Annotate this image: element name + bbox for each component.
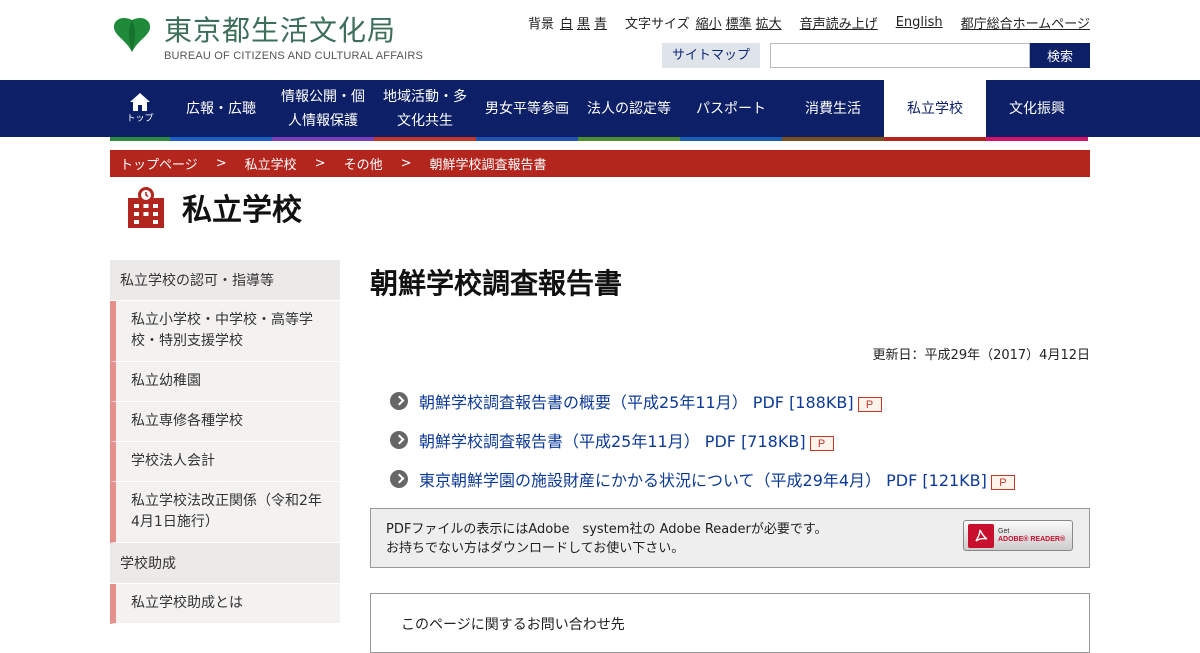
background-black-option[interactable]: 黒 [577, 13, 590, 32]
breadcrumb-separator: > [400, 156, 412, 171]
nav-accent-home [110, 137, 170, 141]
doc-link-summary[interactable]: 朝鮮学校調査報告書の概要（平成25年11月） PDF [188KB] [419, 389, 854, 413]
background-selector: 背景 白 黒 青 [528, 13, 607, 32]
nav-color-bar [0, 137, 1200, 141]
nav-private-schools[interactable]: 私立学校 [884, 80, 986, 137]
font-size-standard-option[interactable]: 標準 [726, 13, 752, 32]
font-size-selector: 文字サイズ 縮小 標準 拡大 [625, 13, 782, 32]
contact-section: このページに関するお問い合わせ先 [370, 593, 1090, 653]
site-header: 東京都生活文化局 BUREAU OF CITIZENS AND CULTURAL… [0, 0, 1200, 80]
doc-link-property-status[interactable]: 東京朝鮮学園の施設財産にかかる状況について（平成29年4月） PDF [121K… [419, 467, 987, 491]
breadcrumb-private-schools[interactable]: 私立学校 [245, 154, 297, 173]
nav-accent-8 [884, 137, 986, 141]
logo-subtitle: BUREAU OF CITIZENS AND CULTURAL AFFAIRS [164, 50, 424, 62]
search-input[interactable] [770, 43, 1030, 68]
category-title: 私立学校 [182, 193, 302, 228]
nav-information-disclosure-label: 情報公開・個人情報保護 [281, 88, 365, 129]
nav-home-label: トップ [126, 114, 154, 124]
nav-accent-7 [782, 137, 884, 141]
utility-bar: 背景 白 黒 青 文字サイズ 縮小 標準 拡大 音声読み上げ English 都… [528, 13, 1090, 32]
nav-accent-1 [170, 137, 272, 141]
adobe-logo-icon [968, 523, 994, 548]
nav-accent-4 [476, 137, 578, 141]
adobe-badge-name: ADOBE® READER® [998, 535, 1066, 543]
list-item: 東京朝鮮学園の施設財産にかかる状況について（平成29年4月） PDF [121K… [370, 459, 1090, 498]
adobe-badge-get: Get [998, 527, 1010, 535]
nav-public-relations[interactable]: 広報・広聴 [170, 80, 272, 137]
breadcrumb-separator: > [215, 156, 227, 171]
school-building-icon [128, 187, 164, 228]
nav-information-disclosure[interactable]: 情報公開・個人情報保護 [272, 80, 374, 137]
sitemap-button[interactable]: サイトマップ [661, 43, 760, 68]
nav-culture-promotion[interactable]: 文化振興 [986, 80, 1088, 137]
contact-heading: このページに関するお問い合わせ先 [401, 617, 625, 633]
sidebar-heading-authorization[interactable]: 私立学校の認可・指導等 [110, 260, 340, 301]
site-logo[interactable]: 東京都生活文化局 BUREAU OF CITIZENS AND CULTURAL… [112, 14, 423, 62]
nav-corporation-certification[interactable]: 法人の認定等 [578, 80, 680, 137]
list-item: 朝鮮学校調査報告書（平成25年11月） PDF [718KB] P [370, 420, 1090, 459]
sidebar-item-kindergartens[interactable]: 私立幼稚園 [110, 362, 340, 402]
font-size-small-option[interactable]: 縮小 [696, 13, 722, 32]
nav-accent-9 [986, 137, 1088, 141]
logo-title: 東京都生活文化局 [164, 14, 397, 47]
page-title: 朝鮮学校調査報告書 [370, 267, 623, 300]
breadcrumb-other[interactable]: その他 [344, 154, 383, 173]
nav-accent-2 [272, 137, 374, 141]
search-button[interactable]: 検索 [1030, 43, 1090, 68]
get-adobe-reader-button[interactable]: Get ADOBE® READER® [963, 520, 1073, 551]
nav-gender-equality[interactable]: 男女平等参画 [476, 80, 578, 137]
sidebar: 私立学校の認可・指導等 私立小学校・中学校・高等学校・特別支援学校 私立幼稚園 … [110, 260, 340, 624]
pdf-icon: P [809, 436, 834, 451]
background-white-option[interactable]: 白 [560, 13, 573, 32]
voice-reader-link[interactable]: 音声読み上げ [800, 13, 878, 32]
metro-homepage-link[interactable]: 都庁総合ホームページ [961, 13, 1090, 32]
breadcrumb-separator: > [314, 156, 326, 171]
nav-accent-5 [578, 137, 680, 141]
nav-consumer-life[interactable]: 消費生活 [782, 80, 884, 137]
sidebar-item-law-revision[interactable]: 私立学校法改正関係（令和2年4月1日施行） [110, 482, 340, 543]
nav-home[interactable]: トップ [110, 80, 170, 137]
adobe-reader-notice: PDFファイルの表示にはAdobe system社の Adobe Readerが… [370, 508, 1090, 568]
font-size-large-option[interactable]: 拡大 [756, 13, 782, 32]
updated-date: 更新日：平成29年（2017）4月12日 [872, 348, 1090, 363]
nav-accent-3 [374, 137, 476, 141]
background-blue-option[interactable]: 青 [594, 13, 607, 32]
chevron-right-icon [390, 430, 408, 449]
list-item: 朝鮮学校調査報告書の概要（平成25年11月） PDF [188KB] P [370, 381, 1090, 420]
sidebar-item-subsidy-about[interactable]: 私立学校助成とは [110, 584, 340, 624]
nav-community-activities-label: 地域活動・多文化共生 [383, 88, 467, 129]
main-content: 朝鮮学校調査報告書 更新日：平成29年（2017）4月12日 朝鮮学校調査報告書… [370, 260, 1090, 653]
font-size-label: 文字サイズ [625, 17, 690, 32]
search-area: サイトマップ 検索 [661, 43, 1090, 68]
nav-passport[interactable]: パスポート [680, 80, 782, 137]
chevron-right-icon [390, 391, 408, 410]
english-link[interactable]: English [896, 15, 943, 30]
sidebar-heading-subsidies[interactable]: 学校助成 [110, 543, 340, 584]
sidebar-item-school-accounting[interactable]: 学校法人会計 [110, 442, 340, 482]
pdf-icon: P [990, 475, 1015, 490]
home-icon [130, 93, 150, 111]
pdf-icon: P [857, 397, 882, 412]
doc-link-report[interactable]: 朝鮮学校調査報告書（平成25年11月） PDF [718KB] [419, 428, 806, 452]
category-header: 私立学校 [128, 185, 302, 229]
breadcrumb: トップページ > 私立学校 > その他 > 朝鮮学校調査報告書 [110, 150, 1090, 177]
main-nav: トップ 広報・広聴 情報公開・個人情報保護 地域活動・多文化共生 男女平等参画 … [0, 80, 1200, 137]
tokyo-metro-logo-icon [113, 17, 151, 52]
breadcrumb-home[interactable]: トップページ [120, 154, 198, 173]
breadcrumb-current: 朝鮮学校調査報告書 [429, 158, 547, 173]
chevron-right-icon [390, 469, 408, 488]
nav-community-activities[interactable]: 地域活動・多文化共生 [374, 80, 476, 137]
background-label: 背景 [527, 17, 554, 32]
sidebar-item-k12-schools[interactable]: 私立小学校・中学校・高等学校・特別支援学校 [110, 301, 340, 362]
document-list: 朝鮮学校調査報告書の概要（平成25年11月） PDF [188KB] P 朝鮮学… [370, 381, 1090, 498]
sidebar-item-vocational-schools[interactable]: 私立専修各種学校 [110, 402, 340, 442]
nav-accent-6 [680, 137, 782, 141]
